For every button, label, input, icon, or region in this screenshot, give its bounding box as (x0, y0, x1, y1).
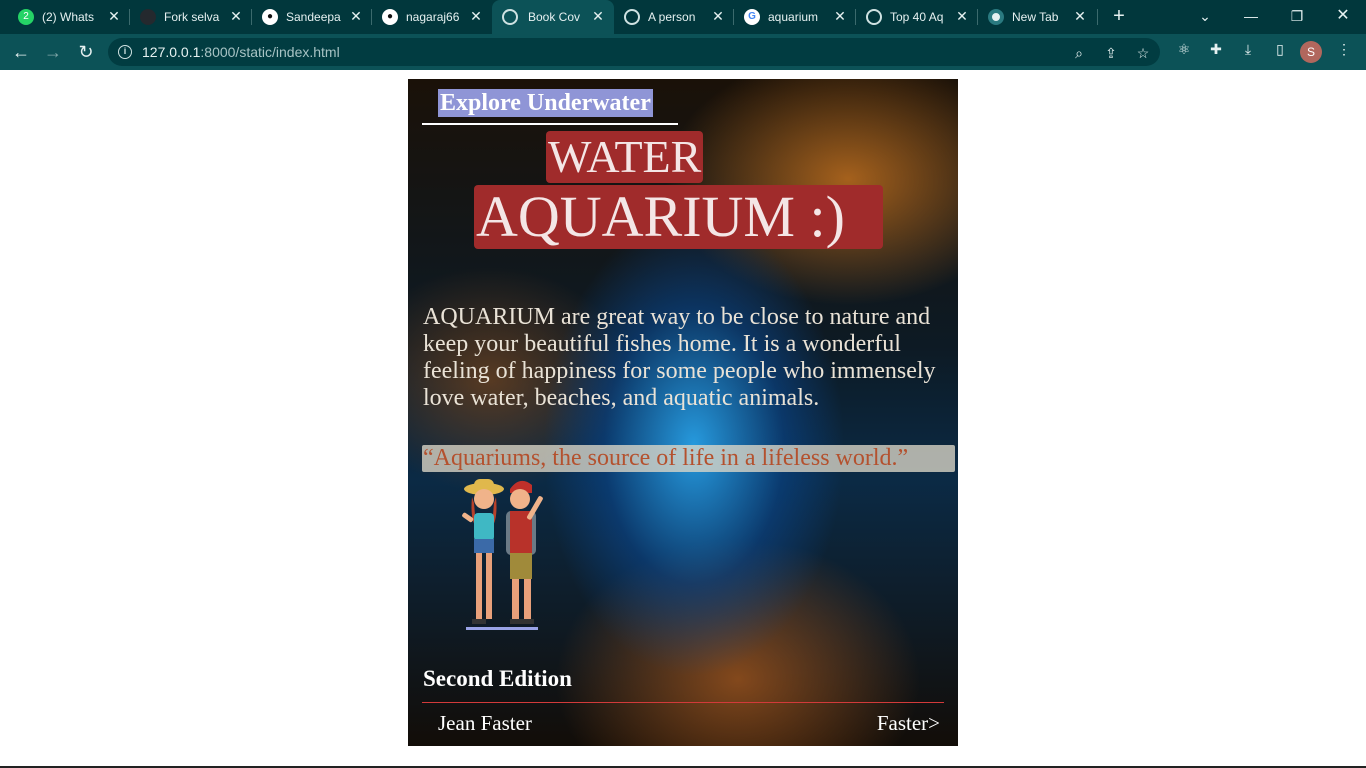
tab-title: New Tab (1012, 10, 1059, 24)
explore-underline (422, 123, 678, 125)
edition-label: Second Edition (423, 666, 572, 691)
globe-icon (624, 9, 640, 25)
footer-divider (422, 702, 944, 703)
tab-title: Fork selva (164, 10, 220, 24)
restore-button[interactable]: ❐ (1283, 4, 1311, 28)
close-icon[interactable]: ✕ (348, 8, 364, 24)
forward-button[interactable]: → (41, 40, 65, 64)
github-icon: ● (262, 9, 278, 25)
tab-title: aquarium (768, 10, 819, 24)
travelers-illustration (462, 479, 543, 624)
avatar[interactable]: S (1300, 41, 1322, 63)
back-button[interactable]: ← (9, 40, 33, 64)
new-tab-button[interactable]: + (1108, 5, 1130, 27)
tab-whatsapp[interactable]: 2 (2) Whats ✕ (8, 0, 130, 34)
react-devtools-icon[interactable]: ⚛ (1175, 40, 1193, 58)
google-icon: G (744, 9, 760, 25)
reload-button[interactable]: ↻ (74, 40, 98, 64)
tab-new-tab[interactable]: New Tab ✕ (978, 0, 1098, 34)
close-icon[interactable]: ✕ (590, 8, 606, 24)
github-icon (140, 9, 156, 25)
minimize-button[interactable]: — (1237, 4, 1265, 28)
browser-toolbar: ← → ↻ i 127.0.0.1:8000/static/index.html… (0, 34, 1366, 70)
title-water: WATER (546, 131, 704, 183)
close-icon[interactable]: ✕ (106, 8, 122, 24)
chrome-icon (988, 9, 1004, 25)
extensions-icon[interactable]: ✚ (1207, 40, 1225, 58)
menu-icon[interactable]: ⋮ (1335, 40, 1353, 58)
tab-title: Top 40 Aq (890, 10, 944, 24)
description: AQUARIUM are great way to be close to na… (423, 304, 936, 411)
illustration-underline (466, 627, 538, 630)
tab-fork-selva[interactable]: Fork selva ✕ (130, 0, 252, 34)
tab-title: nagaraj66 (406, 10, 460, 24)
address-bar[interactable]: i 127.0.0.1:8000/static/index.html ⌕ ⇪ ☆ (108, 38, 1160, 66)
tab-book-cover[interactable]: Book Cov ✕ (492, 0, 614, 34)
tab-a-person[interactable]: A person ✕ (614, 0, 734, 34)
info-icon[interactable]: i (118, 45, 132, 59)
close-icon[interactable]: ✕ (228, 8, 244, 24)
tab-top-40[interactable]: Top 40 Aq ✕ (856, 0, 978, 34)
whatsapp-icon: 2 (18, 9, 34, 25)
title-aquarium: AQUARIUM :) (474, 185, 883, 249)
close-icon[interactable]: ✕ (954, 8, 970, 24)
quote: “Aquariums, the source of life in a life… (422, 445, 955, 472)
close-window-button[interactable]: ✕ (1329, 4, 1357, 28)
bookmark-star-icon[interactable]: ☆ (1134, 44, 1152, 62)
explore-heading: Explore Underwater (438, 89, 653, 117)
close-icon[interactable]: ✕ (832, 8, 848, 24)
tab-search-icon[interactable]: ⌄ (1191, 4, 1219, 28)
download-icon[interactable]: ⤓ (1239, 40, 1257, 58)
globe-icon (502, 9, 518, 25)
close-icon[interactable]: ✕ (710, 8, 726, 24)
browser-tabstrip: 2 (2) Whats ✕ Fork selva ✕ ● Sandeepa ✕ … (0, 0, 1366, 34)
tab-nagaraj[interactable]: ● nagaraj66 ✕ (372, 0, 492, 34)
close-icon[interactable]: ✕ (1072, 8, 1088, 24)
tab-title: (2) Whats (42, 10, 95, 24)
github-icon: ● (382, 9, 398, 25)
globe-icon (866, 9, 882, 25)
share-icon[interactable]: ⇪ (1102, 44, 1120, 62)
close-icon[interactable]: ✕ (468, 8, 484, 24)
tab-title: Sandeepa (286, 10, 341, 24)
zoom-icon[interactable]: ⌕ (1070, 44, 1088, 62)
tab-title: A person (648, 10, 696, 24)
next-link[interactable]: Faster> (877, 711, 940, 736)
book-cover: Explore Underwater WATER AQUARIUM :) AQU… (408, 79, 958, 746)
tab-title: Book Cov (528, 10, 581, 24)
tab-sandeepa[interactable]: ● Sandeepa ✕ (252, 0, 372, 34)
author-name: Jean Faster (438, 711, 532, 735)
address-url[interactable]: 127.0.0.1:8000/static/index.html (142, 44, 340, 60)
tab-aquarium-search[interactable]: G aquarium ✕ (734, 0, 856, 34)
side-panel-icon[interactable]: ▯ (1271, 40, 1289, 58)
